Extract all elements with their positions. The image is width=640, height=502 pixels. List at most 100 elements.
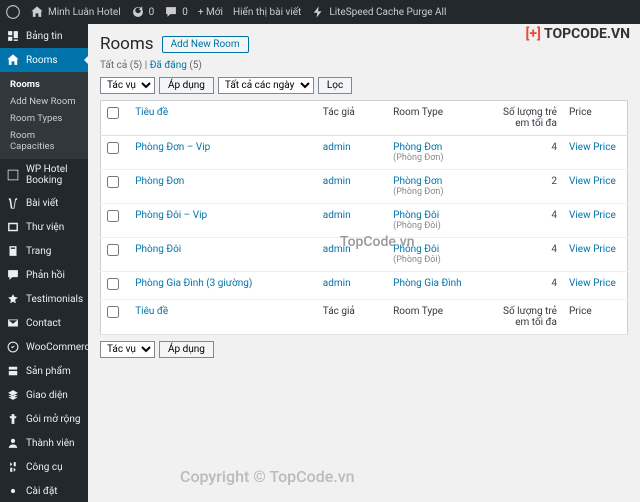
rooms-table: Tiêu đề Tác giả Room Type Số lượng trẻ e… xyxy=(100,100,628,335)
sidebar-item-1[interactable]: Bài viết xyxy=(0,191,88,215)
menu-icon xyxy=(6,484,20,498)
watermark-top: [+] TOPCODE.VN xyxy=(525,26,630,42)
author-link[interactable]: admin xyxy=(323,142,351,153)
submenu-room-capacities[interactable]: Room Capacities xyxy=(0,127,88,155)
view-filters: Tất cả (5) | Đã đăng (5) xyxy=(100,60,628,71)
max-children: 4 xyxy=(481,272,563,300)
room-title-link[interactable]: Phòng Gia Đình (3 giường) xyxy=(135,278,252,289)
bolt-icon xyxy=(311,5,325,19)
select-all-checkbox-foot[interactable] xyxy=(107,306,119,318)
updates-link[interactable]: 0 xyxy=(131,5,155,19)
col-type: Room Type xyxy=(387,101,481,136)
menu-icon xyxy=(6,220,20,234)
sidebar-item-12[interactable]: Công cụ xyxy=(0,455,88,479)
submenu-add-room[interactable]: Add New Room xyxy=(0,93,88,110)
apply-bulk-button-bottom[interactable]: Áp dụng xyxy=(159,341,214,358)
sidebar-item-8[interactable]: Sản phẩm xyxy=(0,359,88,383)
sidebar-item-4[interactable]: Phản hồi xyxy=(0,263,88,287)
submenu-rooms[interactable]: Rooms xyxy=(0,76,88,93)
col-max: Số lượng trẻ em tối đa xyxy=(481,101,563,136)
home-icon xyxy=(6,53,20,67)
menu-icon xyxy=(6,412,20,426)
table-row: Phòng Đơn – VipadminPhòng Đơn(Phòng Đơn)… xyxy=(101,136,628,170)
submenu-room-types[interactable]: Room Types xyxy=(0,110,88,127)
menu-icon xyxy=(6,168,20,182)
litespeed-purge[interactable]: LiteSpeed Cache Purge All xyxy=(311,5,446,19)
apply-bulk-button[interactable]: Áp dụng xyxy=(159,77,214,94)
col-title[interactable]: Tiêu đề xyxy=(135,107,168,118)
sidebar-item-6[interactable]: Contact xyxy=(0,311,88,335)
menu-icon xyxy=(6,436,20,450)
home-icon xyxy=(30,5,44,19)
comments-link[interactable]: 0 xyxy=(164,5,188,19)
menu-icon xyxy=(6,340,20,354)
room-title-link[interactable]: Phòng Đôi – Vip xyxy=(135,210,207,221)
max-children: 2 xyxy=(481,170,563,204)
menu-icon xyxy=(6,196,20,210)
room-type-link[interactable]: Phòng Đôi xyxy=(393,210,439,221)
room-title-link[interactable]: Phòng Đơn xyxy=(135,176,184,187)
view-published[interactable]: Đã đăng xyxy=(150,60,187,71)
col-price: Price xyxy=(563,101,628,136)
sidebar-item-3[interactable]: Trang xyxy=(0,239,88,263)
sidebar-item-5[interactable]: Testimonials xyxy=(0,287,88,311)
page-title: Rooms xyxy=(100,34,154,54)
col-title-foot[interactable]: Tiêu đề xyxy=(135,306,168,317)
filter-button[interactable]: Lọc xyxy=(318,77,352,94)
room-title-link[interactable]: Phòng Đơn – Vip xyxy=(135,142,210,153)
date-filter-select[interactable]: Tất cả các ngày xyxy=(218,77,314,94)
room-type-link[interactable]: Phòng Gia Đình xyxy=(393,278,462,289)
table-row: Phòng ĐơnadminPhòng Đơn(Phòng Đơn)2View … xyxy=(101,170,628,204)
author-link[interactable]: admin xyxy=(323,278,351,289)
watermark-bottom: Copyright © TopCode.vn xyxy=(180,467,355,486)
view-price-link[interactable]: View Price xyxy=(569,244,616,255)
view-post-link[interactable]: Hiển thị bài viết xyxy=(233,7,301,18)
site-link[interactable]: Minh Luân Hotel xyxy=(30,5,121,19)
row-checkbox[interactable] xyxy=(107,244,119,256)
row-checkbox[interactable] xyxy=(107,176,119,188)
room-type-link[interactable]: Phòng Đơn xyxy=(393,176,442,187)
sidebar-item-dashboard[interactable]: Bảng tin xyxy=(0,24,88,48)
view-price-link[interactable]: View Price xyxy=(569,142,616,153)
row-checkbox[interactable] xyxy=(107,142,119,154)
add-new-room-button[interactable]: Add New Room xyxy=(162,36,249,53)
author-link[interactable]: admin xyxy=(323,210,351,221)
room-title-link[interactable]: Phòng Đôi xyxy=(135,244,181,255)
new-link[interactable]: + Mới xyxy=(198,7,223,18)
bulk-action-select-bottom[interactable]: Tác vụ xyxy=(100,341,155,358)
menu-icon xyxy=(6,292,20,306)
row-checkbox[interactable] xyxy=(107,278,119,290)
col-author: Tác giả xyxy=(317,101,387,136)
view-price-link[interactable]: View Price xyxy=(569,176,616,187)
sidebar-item-11[interactable]: Thành viên xyxy=(0,431,88,455)
max-children: 4 xyxy=(481,136,563,170)
bulk-action-select[interactable]: Tác vụ xyxy=(100,77,155,94)
dashboard-icon xyxy=(6,29,20,43)
author-link[interactable]: admin xyxy=(323,176,351,187)
sidebar-item-0[interactable]: WP Hotel Booking xyxy=(0,159,88,191)
max-children: 4 xyxy=(481,204,563,238)
sidebar-item-10[interactable]: Gói mở rộng xyxy=(0,407,88,431)
max-children: 4 xyxy=(481,238,563,272)
room-type-link[interactable]: Phòng Đơn xyxy=(393,142,442,153)
sidebar-item-9[interactable]: Giao diện xyxy=(0,383,88,407)
view-price-link[interactable]: View Price xyxy=(569,210,616,221)
menu-icon xyxy=(6,316,20,330)
update-icon xyxy=(131,5,145,19)
comment-icon xyxy=(164,5,178,19)
table-row: Phòng Gia Đình (3 giường) admin Phòng Gia … xyxy=(101,272,628,300)
sidebar-item-2[interactable]: Thư viện xyxy=(0,215,88,239)
menu-icon xyxy=(6,460,20,474)
main-content: Rooms Add New Room Tất cả (5) | Đã đăng … xyxy=(88,24,640,502)
select-all-checkbox[interactable] xyxy=(107,107,119,119)
admin-sidebar: Bảng tin Rooms Rooms Add New Room Room T… xyxy=(0,24,88,502)
sidebar-item-13[interactable]: Cài đặt xyxy=(0,479,88,502)
menu-icon xyxy=(6,364,20,378)
row-checkbox[interactable] xyxy=(107,210,119,222)
watermark-mid: TopCode.vn xyxy=(340,234,415,250)
wp-logo[interactable] xyxy=(6,5,20,19)
admin-topbar: Minh Luân Hotel 0 0 + Mới Hiển thị bài v… xyxy=(0,0,640,24)
view-price-link[interactable]: View Price xyxy=(569,278,616,289)
sidebar-item-7[interactable]: WooCommerce xyxy=(0,335,88,359)
sidebar-item-rooms[interactable]: Rooms xyxy=(0,48,88,72)
